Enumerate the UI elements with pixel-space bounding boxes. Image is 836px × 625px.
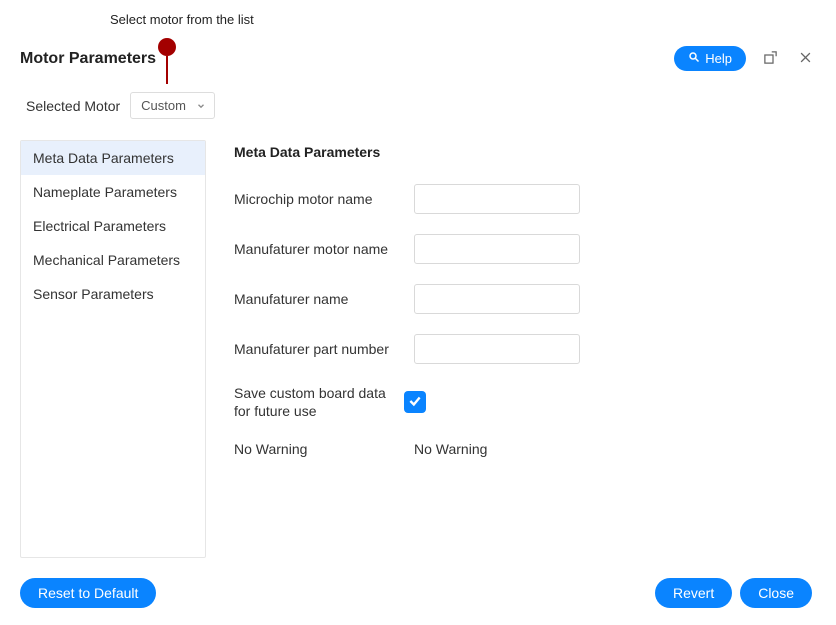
sidebar: Meta Data Parameters Nameplate Parameter…	[20, 140, 206, 558]
expand-button[interactable]	[760, 47, 781, 71]
manufacturer-part-number-input[interactable]	[414, 334, 580, 364]
field-label-manufacturer-name: Manufaturer name	[234, 290, 414, 308]
reset-to-default-button[interactable]: Reset to Default	[20, 578, 156, 608]
selected-motor-dropdown[interactable]: Custom	[130, 92, 215, 119]
close-icon	[798, 50, 813, 68]
expand-icon	[763, 50, 778, 68]
warning-value: No Warning	[414, 441, 487, 457]
field-label-manufacturer-part-number: Manufaturer part number	[234, 340, 414, 358]
annotation-text: Select motor from the list	[110, 12, 254, 27]
sidebar-item-mechanical[interactable]: Mechanical Parameters	[21, 243, 205, 277]
manufacturer-name-input[interactable]	[414, 284, 580, 314]
check-icon	[408, 394, 422, 411]
field-label-save-custom: Save custom board data for future use	[234, 384, 404, 420]
sidebar-item-nameplate[interactable]: Nameplate Parameters	[21, 175, 205, 209]
sidebar-item-label: Sensor Parameters	[33, 286, 154, 302]
revert-button[interactable]: Revert	[655, 578, 732, 608]
selected-motor-value: Custom	[141, 98, 186, 113]
close-window-button[interactable]	[795, 47, 816, 71]
sidebar-item-label: Nameplate Parameters	[33, 184, 177, 200]
field-label-manufacturer-motor-name: Manufaturer motor name	[234, 240, 414, 258]
page-title: Motor Parameters	[20, 50, 156, 68]
save-custom-checkbox[interactable]	[404, 391, 426, 413]
search-icon	[688, 51, 700, 66]
content-panel: Meta Data Parameters Microchip motor nam…	[234, 140, 816, 558]
sidebar-item-label: Electrical Parameters	[33, 218, 166, 234]
sidebar-item-meta-data[interactable]: Meta Data Parameters	[21, 141, 205, 175]
content-title: Meta Data Parameters	[234, 144, 816, 160]
help-button[interactable]: Help	[674, 46, 746, 71]
field-label-warning: No Warning	[234, 440, 414, 458]
sidebar-item-label: Mechanical Parameters	[33, 252, 180, 268]
close-button[interactable]: Close	[740, 578, 812, 608]
manufacturer-motor-name-input[interactable]	[414, 234, 580, 264]
help-label: Help	[705, 51, 732, 66]
sidebar-item-electrical[interactable]: Electrical Parameters	[21, 209, 205, 243]
sidebar-item-label: Meta Data Parameters	[33, 150, 174, 166]
chevron-down-icon	[196, 101, 206, 111]
sidebar-item-sensor[interactable]: Sensor Parameters	[21, 277, 205, 311]
field-label-microchip-motor-name: Microchip motor name	[234, 190, 414, 208]
selected-motor-label: Selected Motor	[26, 98, 120, 114]
microchip-motor-name-input[interactable]	[414, 184, 580, 214]
